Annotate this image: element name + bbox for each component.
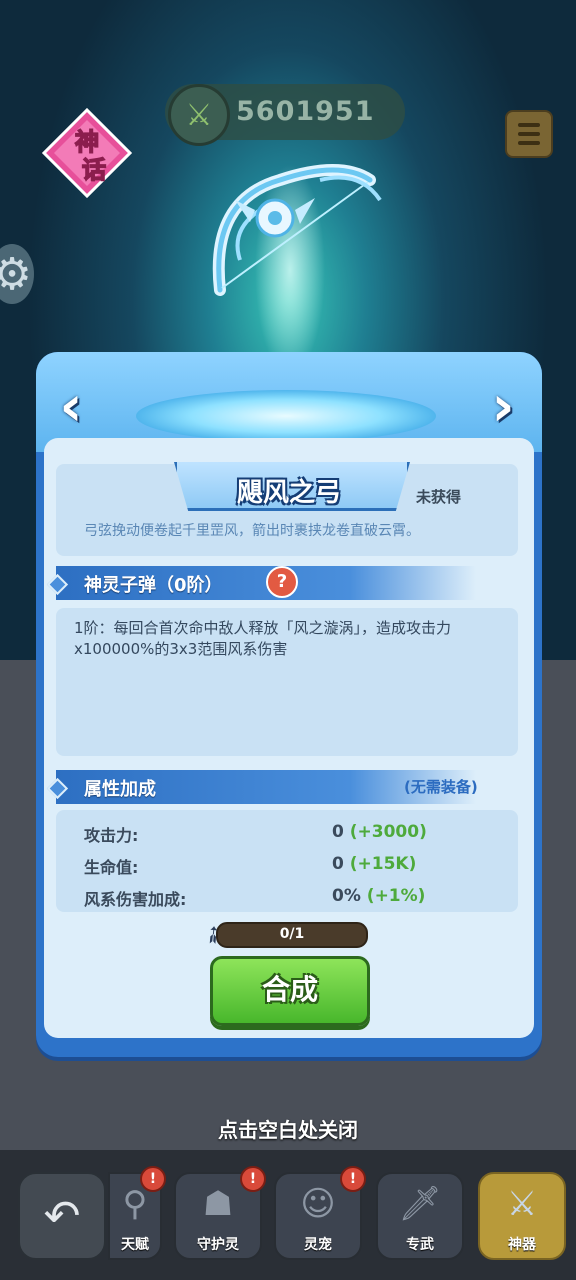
nav-label-guardian: 守护灵 — [197, 1237, 239, 1253]
nav-tab-pet[interactable]: ☺ 灵宠 ! — [274, 1166, 366, 1260]
crossed-swords-icon: ⚔ — [168, 84, 230, 146]
nav-tab-artifact[interactable]: ⚔ 神器 — [478, 1172, 566, 1260]
menu-button[interactable] — [505, 110, 553, 158]
acquire-status: 未获得 — [416, 488, 462, 506]
attr-label-attack: 攻击力: — [84, 826, 139, 845]
mythic-badge-char-2: 话 — [82, 156, 106, 184]
display-platform — [136, 390, 436, 442]
nav-label-exclusive-weapon: 专武 — [406, 1237, 434, 1253]
nav-alert-badge: ! — [240, 1166, 266, 1192]
back-button[interactable]: ↶ — [18, 1172, 106, 1260]
nav-tab-guardian[interactable]: ☗ 守护灵 ! — [174, 1166, 266, 1260]
artifact-name: 飓风之弓 — [236, 478, 341, 508]
nav-label-pet: 灵宠 — [304, 1237, 332, 1253]
settings-gear-icon[interactable]: ⚙ — [0, 244, 34, 304]
attr-label-hp: 生命值: — [84, 858, 139, 877]
artifact-description: 弓弦挽动便卷起千里罡风，箭出时裹挟龙卷直破云霄。 — [84, 523, 420, 539]
skill-section-title: 神灵子弹（0阶） — [84, 575, 223, 596]
attr-bonus-hp: (+15K) — [349, 854, 417, 874]
skill-text: 1阶：每回合首次命中敌人释放「风之漩涡」，造成攻击力x100000%的3x3范围… — [74, 619, 452, 658]
nav-tab-talent[interactable]: ⚲ 天赋 ! — [108, 1166, 166, 1260]
bow-artifact-image — [212, 164, 382, 296]
shard-progress-bar: 0/1 — [216, 922, 368, 948]
help-icon[interactable]: ? — [266, 566, 298, 598]
nav-label-talent: 天赋 — [121, 1237, 149, 1253]
attr-value-wind-dmg: 0% (+1%) — [332, 886, 426, 906]
progress-text: 0/1 — [279, 926, 305, 942]
attr-bonus-attack: (+3000) — [349, 822, 427, 842]
equip-note: (无需装备) — [404, 778, 478, 796]
sword-icon: 🗡 — [398, 1184, 442, 1224]
nav-tab-exclusive-weapon[interactable]: 🗡 专武 — [376, 1172, 464, 1260]
mythic-badge: 神 话 — [42, 108, 132, 198]
nav-label-artifact: 神器 — [508, 1237, 536, 1253]
compose-button[interactable]: 合成 — [210, 956, 370, 1026]
attributes-section-title: 属性加成 — [84, 779, 156, 800]
attr-value-attack: 0 (+3000) — [332, 822, 427, 842]
nav-alert-badge: ! — [140, 1166, 166, 1192]
mythic-badge-char-1: 神 — [75, 128, 99, 156]
attr-bonus-wind-dmg: (+1%) — [366, 886, 426, 906]
artifact-detail-panel: ‹ › 飓风之弓 未获得 弓弦挽动便卷起千里罡风，箭出时裹挟龙卷直破云霄。 神灵… — [36, 352, 542, 1057]
attr-value-hp: 0 (+15K) — [332, 854, 417, 874]
attr-label-wind-dmg: 风系伤害加成: — [84, 890, 187, 909]
prev-arrow-button[interactable]: ‹ — [50, 377, 92, 439]
next-arrow-button[interactable]: › — [482, 377, 524, 439]
nav-alert-badge: ! — [340, 1166, 366, 1192]
artifact-sword-icon: ⚔ — [506, 1184, 538, 1224]
panel-body: 飓风之弓 未获得 弓弦挽动便卷起千里罡风，箭出时裹挟龙卷直破云霄。 神灵子弹（0… — [44, 438, 534, 1038]
close-hint[interactable]: 点击空白处关闭 — [0, 1114, 576, 1143]
